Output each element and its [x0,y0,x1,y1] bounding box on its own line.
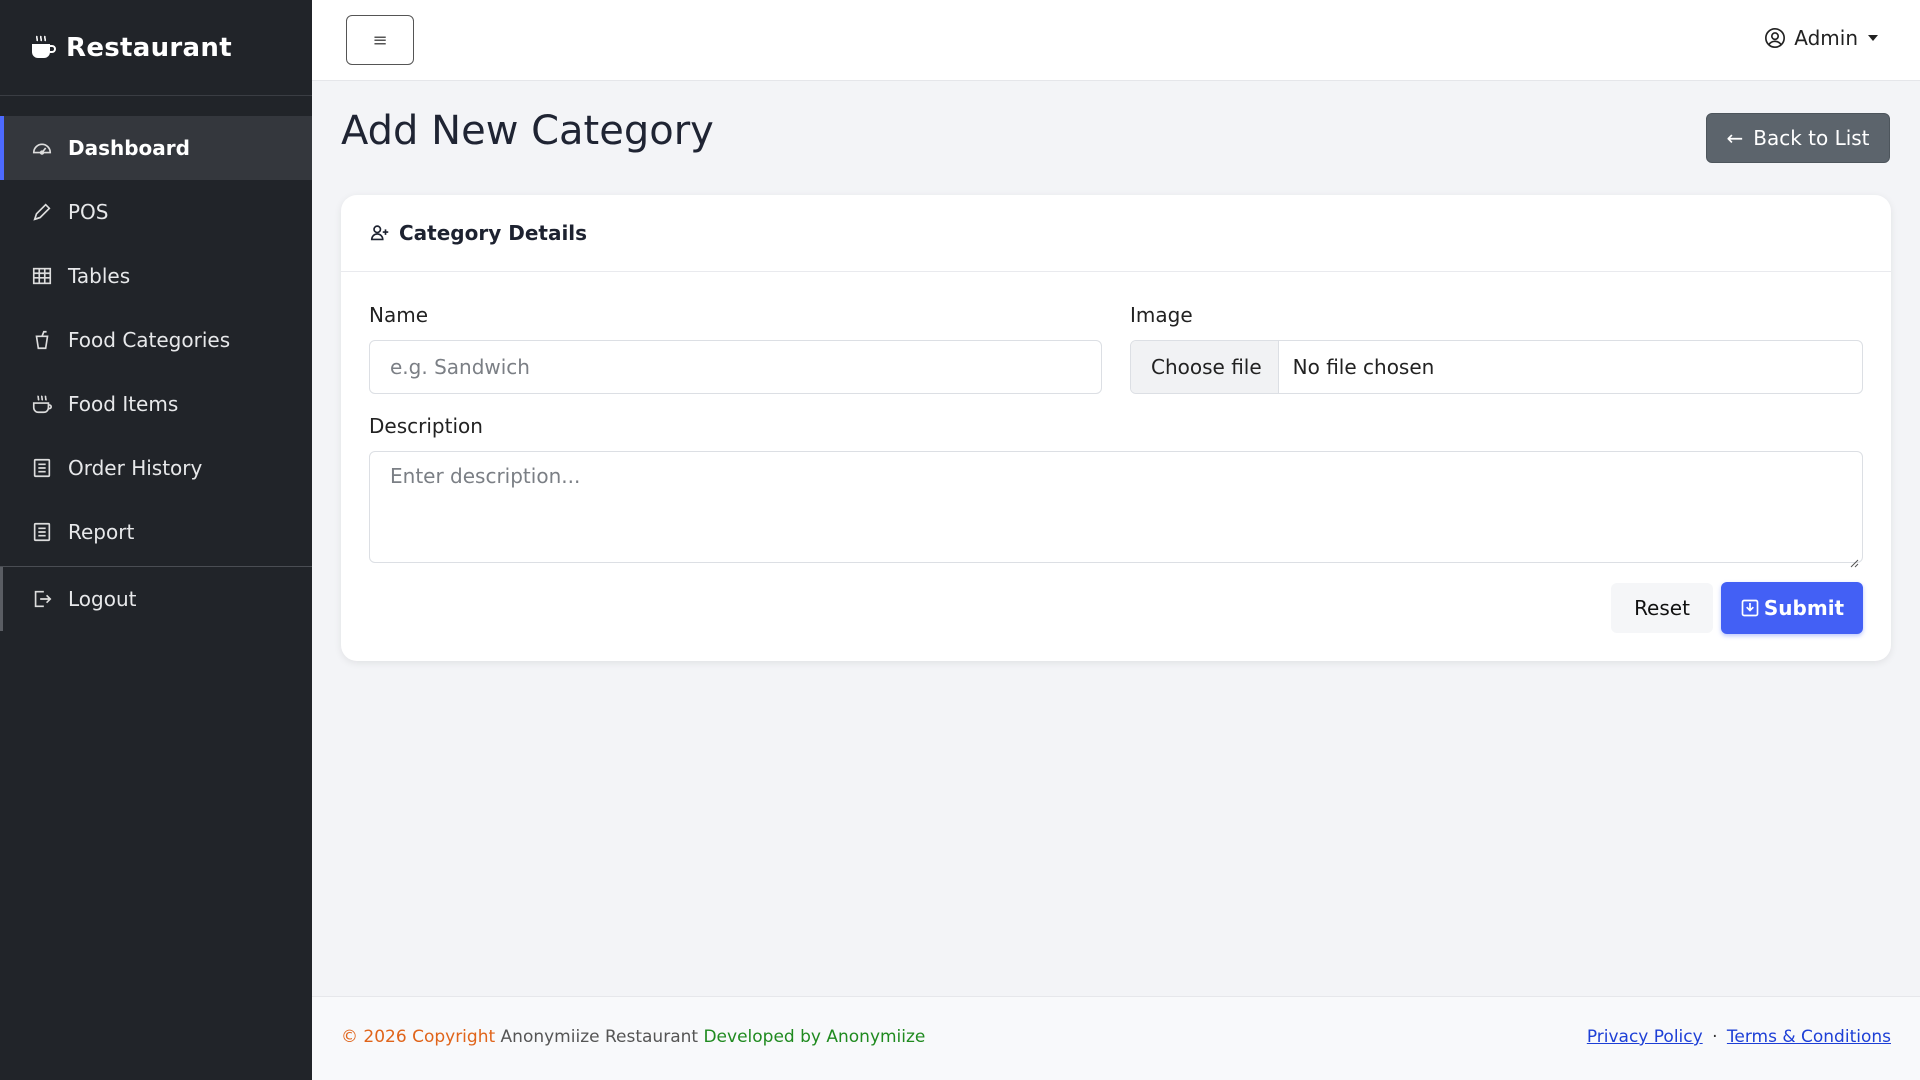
sidebar: Restaurant Dashboard POS Tables Food Cat… [0,0,312,1080]
name-input[interactable]: e.g. Sandwich [369,340,1102,394]
terms-link[interactable]: Terms & Conditions [1727,1027,1891,1047]
developer-text: Developed by Anonymiize [703,1027,926,1047]
sidebar-item-logout[interactable]: Logout [0,567,312,631]
report-icon [30,520,54,544]
resize-handle-icon[interactable] [1849,549,1859,568]
description-label: Description [369,414,483,438]
sidebar-item-label: Order History [68,456,203,480]
reset-button[interactable]: Reset [1611,583,1713,633]
list-icon [30,456,54,480]
user-circle-icon [1764,27,1786,49]
table-icon [30,264,54,288]
sidebar-item-dashboard[interactable]: Dashboard [0,116,312,180]
menu-toggle-button[interactable]: ≡ [346,15,414,65]
arrow-left-icon: ← [1726,126,1744,150]
file-status: No file chosen [1292,355,1435,379]
sidebar-item-label: Tables [68,264,131,288]
footer-links: Privacy Policy · Terms & Conditions [1587,1027,1891,1047]
footer: © 2026 Copyright Anonymiize Restaurant D… [312,996,1920,1080]
user-name: Admin [1794,26,1858,50]
choose-file-button[interactable]: Choose file [1131,341,1279,393]
coffee-icon [28,33,58,63]
name-label: Name [369,303,429,327]
back-to-list-button[interactable]: ← Back to List [1706,113,1890,163]
sidebar-item-pos[interactable]: POS [0,180,312,244]
name-placeholder: e.g. Sandwich [390,355,530,379]
submit-label: Submit [1763,596,1845,620]
save-icon [1740,598,1760,618]
sidebar-item-label: Food Categories [68,328,231,352]
back-button-label: Back to List [1753,126,1870,150]
sidebar-nav: Dashboard POS Tables Food Categories Foo… [0,96,312,631]
sidebar-item-order-history[interactable]: Order History [0,436,312,500]
sidebar-item-label: Dashboard [68,136,190,160]
privacy-policy-link[interactable]: Privacy Policy [1587,1027,1703,1047]
pencil-icon [30,200,54,224]
sidebar-item-label: Report [68,520,135,544]
image-label: Image [1130,303,1193,327]
sidebar-item-label: POS [68,200,109,224]
dashboard-icon [30,136,54,160]
copyright-text: © 2026 Copyright [341,1027,496,1047]
brand[interactable]: Restaurant [0,0,312,96]
submit-button[interactable]: Submit [1721,582,1863,634]
user-plus-icon [369,222,391,244]
description-placeholder: Enter description... [390,464,581,488]
brand-name: Restaurant [66,32,232,63]
user-menu[interactable]: Admin [1764,26,1878,50]
sidebar-item-label: Food Items [68,392,179,416]
logout-icon [30,587,54,611]
sidebar-item-food-items[interactable]: Food Items [0,372,312,436]
image-file-input[interactable]: Choose file No file chosen [1130,340,1863,394]
owner-text: Anonymiize Restaurant [500,1027,699,1047]
page-title: Add New Category [341,108,714,154]
cup-icon [30,328,54,352]
hamburger-icon: ≡ [372,29,388,51]
footer-copyright: © 2026 Copyright Anonymiize Restaurant D… [341,1027,925,1047]
category-form-card: Category Details Name e.g. Sandwich Imag… [341,195,1891,661]
sidebar-item-report[interactable]: Report [0,500,312,564]
description-textarea[interactable]: Enter description... [369,451,1863,568]
card-header: Category Details [341,195,1891,272]
sidebar-item-label: Logout [68,587,137,611]
sidebar-item-food-categories[interactable]: Food Categories [0,308,312,372]
hot-dish-icon [30,392,54,416]
caret-down-icon [1868,35,1878,41]
sidebar-item-tables[interactable]: Tables [0,244,312,308]
card-title: Category Details [399,221,588,245]
footer-separator: · [1712,1027,1718,1047]
topbar: ≡ Admin [312,0,1920,81]
